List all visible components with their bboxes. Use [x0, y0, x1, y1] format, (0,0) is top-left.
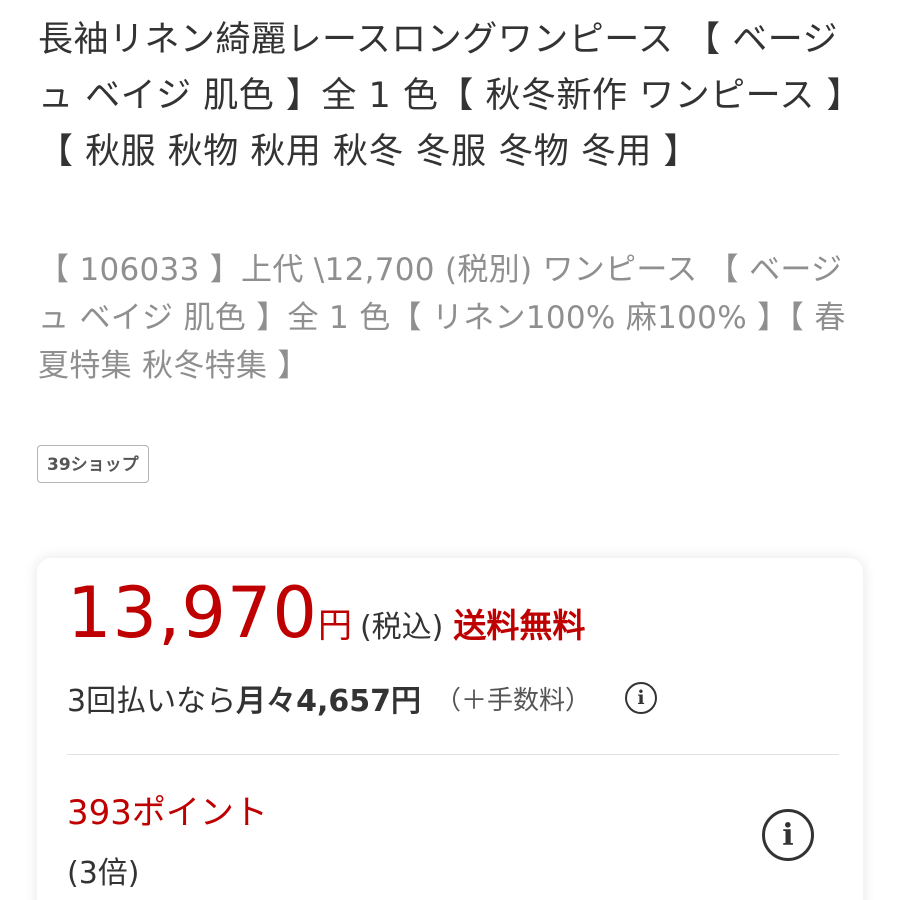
installment-amount: 月々4,657円 — [236, 684, 421, 719]
points-info-icon[interactable]: i — [762, 809, 814, 861]
price-value: 13,970 — [67, 572, 318, 654]
installment-info-icon[interactable]: i — [625, 682, 658, 714]
installment-fee: （＋手数料） — [435, 685, 592, 716]
product-description: 【 106033 】上代 \12,700 (税別) ワンピース 【 ベージュ ベ… — [38, 252, 846, 384]
installment-prefix: 3回払いなら — [67, 684, 237, 719]
tax-label: (税込) — [359, 610, 444, 645]
divider — [67, 754, 839, 755]
points-multiplier: (3倍) — [67, 856, 140, 891]
points-value: 393ポイント — [67, 793, 268, 833]
shop-badge[interactable]: 39ショップ — [37, 445, 149, 483]
product-title: 長袖リネン綺麗レースロングワンピース 【 ベージュ ベイジ 肌色 】全 1 色【… — [38, 20, 845, 172]
price-currency: 円 — [317, 606, 352, 646]
free-shipping-label: 送料無料 — [453, 606, 586, 645]
installment-row: 3回払いなら 月々4,657円 （＋手数料） i — [67, 676, 658, 720]
price-row: 13,970円 (税込) 送料無料 — [67, 572, 585, 654]
product-page: 長袖リネン綺麗レースロングワンピース 【 ベージュ ベイジ 肌色 】全 1 色【… — [0, 0, 900, 900]
price-card: 13,970円 (税込) 送料無料 3回払いなら 月々4,657円 （＋手数料） i… — [37, 558, 863, 900]
